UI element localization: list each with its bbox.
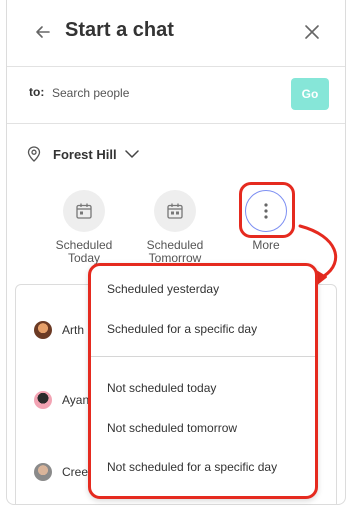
calendar-icon [154,190,196,232]
arrow-left-icon[interactable] [33,22,53,42]
list-item[interactable]: Cree [34,463,88,481]
go-button[interactable]: Go [291,78,329,110]
menu-item-not-scheduled-today[interactable]: Not scheduled today [107,381,216,395]
menu-item-scheduled-specific-day[interactable]: Scheduled for a specific day [107,322,257,336]
menu-divider [91,356,315,357]
list-item[interactable]: Arth [34,321,84,339]
close-icon[interactable] [302,22,322,42]
list-item[interactable]: Ayan [34,391,89,409]
location-selector[interactable]: Forest Hill [27,144,139,164]
chevron-down-icon [124,150,139,158]
search-people-input[interactable] [50,81,274,105]
avatar [34,463,52,481]
recipient-row: to: Go [7,67,345,124]
person-name: Arth [62,323,85,337]
menu-item-scheduled-yesterday[interactable]: Scheduled yesterday [107,282,219,296]
page-title: Start a chat [65,19,174,41]
scheduled-today-button[interactable]: Scheduled Today [44,190,124,265]
menu-item-not-scheduled-tomorrow[interactable]: Not scheduled tomorrow [107,421,237,435]
menu-item-not-scheduled-specific-day[interactable]: Not scheduled for a specific day [107,460,277,474]
to-label: to: [29,85,45,99]
quick-action-label: Scheduled Today [55,238,113,265]
quick-action-label: More [252,238,280,252]
scheduled-tomorrow-button[interactable]: Scheduled Tomorrow [135,190,215,265]
person-name: Cree [62,465,89,479]
avatar [34,321,52,339]
quick-action-label: Scheduled Tomorrow [146,238,204,265]
header: Start a chat [7,0,345,67]
more-button[interactable]: More [226,190,306,252]
more-vertical-icon [245,190,287,232]
location-name: Forest Hill [53,146,117,162]
avatar [34,391,52,409]
more-dropdown-menu: Scheduled yesterday Scheduled for a spec… [88,263,318,499]
location-pin-icon [27,146,41,162]
person-name: Ayan [62,393,90,407]
calendar-icon [63,190,105,232]
